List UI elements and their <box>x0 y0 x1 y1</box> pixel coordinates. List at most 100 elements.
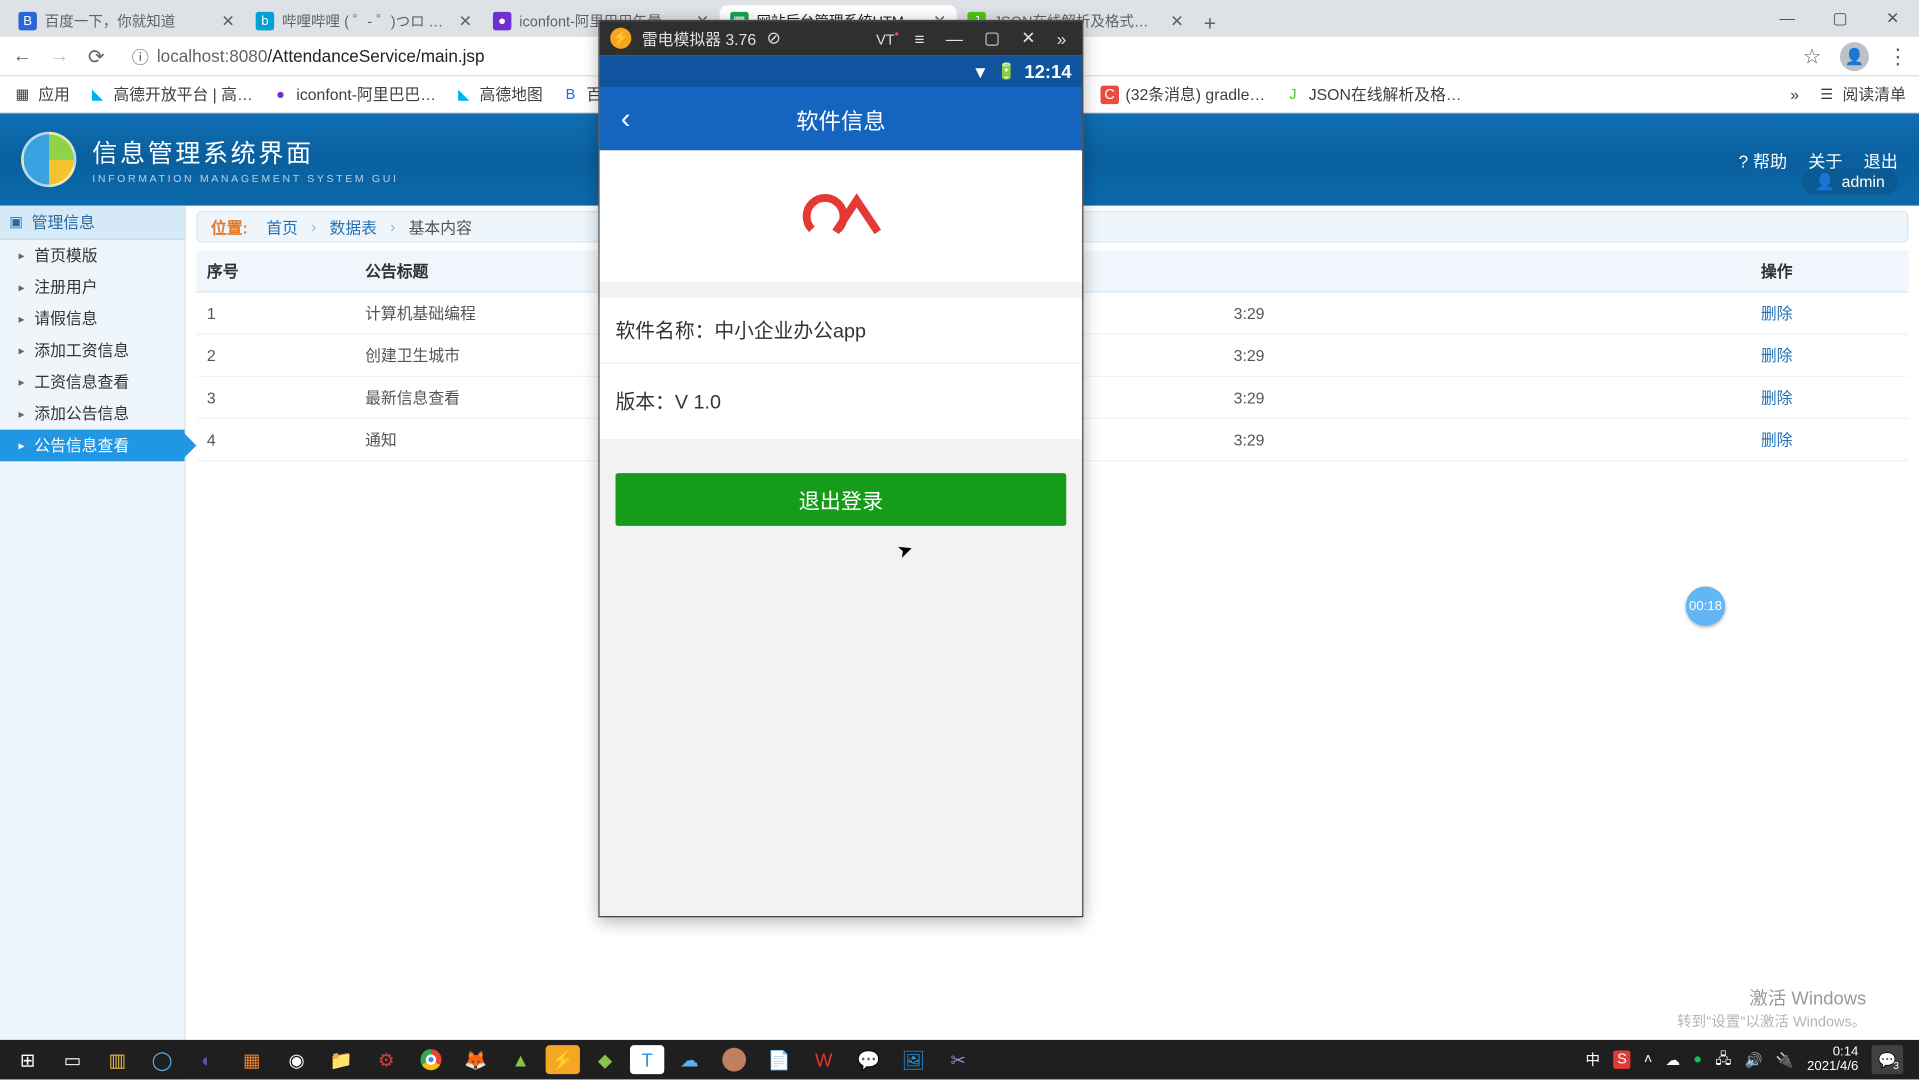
iconfont-favicon: ● <box>493 12 511 30</box>
reading-list-button[interactable]: ☰阅读清单 <box>1818 83 1906 105</box>
chrome-menu-icon[interactable]: ⋮ <box>1887 43 1908 69</box>
wechat-icon[interactable]: 💬 <box>849 1043 889 1077</box>
maximize-icon[interactable]: ▢ <box>979 28 1006 49</box>
todesk-icon[interactable]: T <box>630 1045 664 1074</box>
breadcrumb-home[interactable]: 首页 <box>266 215 298 237</box>
user-badge[interactable]: 👤 admin <box>1802 169 1898 195</box>
sublime-icon[interactable]: ▦ <box>232 1043 272 1077</box>
browser-tab-1[interactable]: b 哔哩哔哩 ( ゜- ゜)つロ 干杯~-bil… ✕ <box>245 5 482 37</box>
emulator-window[interactable]: ⚡ 雷电模拟器 3.76 ⊘ VT• ≡ — ▢ ✕ » ▼ 🔋 12:14 ‹… <box>598 20 1083 918</box>
start-button[interactable]: ⊞ <box>8 1043 48 1077</box>
sidebar-item-add-salary[interactable]: 添加工资信息 <box>0 335 185 367</box>
action-center-icon[interactable]: 💬3 <box>1872 1045 1904 1074</box>
close-icon[interactable]: ✕ <box>1016 28 1041 49</box>
breadcrumb-data-table[interactable]: 数据表 <box>330 215 377 237</box>
cortana-icon[interactable]: ◯ <box>142 1043 182 1077</box>
tab-title: 百度一下，你就知道 <box>45 11 214 32</box>
notepad-icon[interactable]: 📄 <box>759 1043 799 1077</box>
bookmark-item[interactable]: ◣高德开放平台 | 高… <box>88 83 252 105</box>
nav-back-icon[interactable]: ← <box>11 45 35 67</box>
bookmark-item[interactable]: ◣高德地图 <box>455 83 543 105</box>
task-view-icon[interactable]: ▭ <box>53 1043 93 1077</box>
emulator-titlebar[interactable]: ⚡ 雷电模拟器 3.76 ⊘ VT• ≡ — ▢ ✕ » <box>600 21 1082 55</box>
onedrive-icon[interactable]: ☁ <box>1666 1051 1680 1068</box>
bookmark-item[interactable]: JJSON在线解析及格… <box>1284 83 1462 105</box>
ime-indicator[interactable]: 中 <box>1585 1049 1599 1070</box>
bookmark-item[interactable]: ●iconfont-阿里巴巴… <box>271 83 436 105</box>
volume-icon[interactable]: 🔊 <box>1745 1051 1763 1068</box>
bookmark-item[interactable]: C(32条消息) gradle… <box>1100 83 1265 105</box>
window-close-button[interactable]: ✕ <box>1866 0 1919 37</box>
tab-title: 哔哩哔哩 ( ゜- ゜)つロ 干杯~-bil… <box>282 11 451 32</box>
android-studio-icon[interactable]: ◆ <box>585 1043 625 1077</box>
avatar-icon[interactable] <box>714 1043 754 1077</box>
network-icon[interactable]: 🖧 <box>1715 1047 1731 1072</box>
profile-avatar-icon[interactable]: 👤 <box>1840 42 1869 71</box>
emulator-window-title: 雷电模拟器 3.76 <box>642 27 756 49</box>
tray-overflow-icon[interactable]: ˄ <box>1644 1052 1652 1068</box>
minimize-icon[interactable]: — <box>940 28 968 48</box>
menu-icon[interactable]: ≡ <box>909 28 930 48</box>
recording-timer-badge: 00:18 <box>1686 587 1726 627</box>
eclipse-icon[interactable]: ◐ <box>187 1043 227 1077</box>
wps-icon[interactable]: W <box>804 1043 844 1077</box>
explorer-icon[interactable]: ▥ <box>98 1043 138 1077</box>
logout-button[interactable]: 退出登录 <box>616 473 1067 526</box>
col-op: 操作 <box>1750 250 1908 292</box>
new-tab-button[interactable]: + <box>1194 13 1226 37</box>
close-icon[interactable]: ✕ <box>459 12 472 30</box>
baidu-netdisk-icon[interactable]: ☁ <box>670 1043 710 1077</box>
file-explorer-icon[interactable]: 📁 <box>322 1043 362 1077</box>
bookmark-star-icon[interactable]: ☆ <box>1803 43 1822 69</box>
close-icon[interactable]: ✕ <box>1170 12 1183 30</box>
snip-icon[interactable]: ✂ <box>938 1043 978 1077</box>
nav-forward-icon: → <box>47 45 71 67</box>
expand-icon[interactable]: » <box>1051 28 1071 48</box>
cell-time: 3:29 <box>1223 376 1750 418</box>
software-version-row: 版本：V 1.0 <box>600 364 1082 439</box>
wechat-tray-icon[interactable]: ● <box>1693 1052 1702 1068</box>
link-icon[interactable]: ⊘ <box>767 28 781 49</box>
browser-tab-0[interactable]: B 百度一下，你就知道 ✕ <box>8 5 245 37</box>
clock-time: 0:14 <box>1807 1045 1858 1059</box>
photos-icon[interactable]: 🖼 <box>894 1043 934 1077</box>
app-icon[interactable]: ▲ <box>501 1043 541 1077</box>
activate-windows-sub: 转到"设置"以激活 Windows。 <box>1677 1011 1866 1032</box>
sogou-icon[interactable]: S <box>1613 1050 1631 1068</box>
bookmark-overflow-icon[interactable]: » <box>1790 85 1799 103</box>
user-name: admin <box>1842 173 1885 191</box>
firefox-icon[interactable]: 🦊 <box>456 1043 496 1077</box>
sidebar-item-home-template[interactable]: 首页模版 <box>0 240 185 272</box>
chrome-icon[interactable] <box>411 1043 451 1077</box>
delete-link[interactable]: 删除 <box>1750 292 1908 334</box>
back-icon[interactable]: ‹ <box>621 101 631 135</box>
apps-shortcut[interactable]: ▦应用 <box>13 83 70 105</box>
sidebar-item-add-notice[interactable]: 添加公告信息 <box>0 398 185 430</box>
wifi-icon: ▼ <box>972 61 989 81</box>
breadcrumb-current: 基本内容 <box>409 215 472 237</box>
delete-link[interactable]: 删除 <box>1750 376 1908 418</box>
bookmark-icon: J <box>1284 85 1302 103</box>
sidebar-item-view-notice[interactable]: 公告信息查看 <box>0 430 185 462</box>
sidebar-item-register-user[interactable]: 注册用户 <box>0 272 185 304</box>
sidebar-item-view-salary[interactable]: 工资信息查看 <box>0 366 185 398</box>
nav-reload-icon[interactable]: ⟳ <box>84 44 108 68</box>
bookmark-icon: ◣ <box>455 85 473 103</box>
cell-time: 3:29 <box>1223 334 1750 376</box>
site-info-icon[interactable]: ⓘ <box>132 43 149 68</box>
windows-taskbar: ⊞ ▭ ▥ ◯ ◐ ▦ ◉ 📁 ⚙ 🦊 ▲ ⚡ ◆ T ☁ 📄 W 💬 🖼 ✂ … <box>0 1040 1919 1080</box>
help-icon: ? <box>1739 151 1749 171</box>
steam-icon[interactable]: ◉ <box>277 1043 317 1077</box>
close-icon[interactable]: ✕ <box>221 12 234 30</box>
window-minimize-button[interactable]: — <box>1761 0 1814 37</box>
delete-link[interactable]: 删除 <box>1750 418 1908 460</box>
help-link[interactable]: ? 帮助 <box>1739 147 1788 172</box>
delete-link[interactable]: 删除 <box>1750 334 1908 376</box>
ldplayer-icon[interactable]: ⚡ <box>546 1045 580 1074</box>
battery-icon[interactable]: 🔌 <box>1776 1051 1794 1068</box>
settings-icon[interactable]: ⚙ <box>366 1043 406 1077</box>
sidebar-item-leave-info[interactable]: 请假信息 <box>0 303 185 335</box>
cell-no: 3 <box>196 376 354 418</box>
window-maximize-button[interactable]: ▢ <box>1814 0 1867 37</box>
taskbar-clock[interactable]: 0:14 2021/4/6 <box>1807 1045 1858 1074</box>
